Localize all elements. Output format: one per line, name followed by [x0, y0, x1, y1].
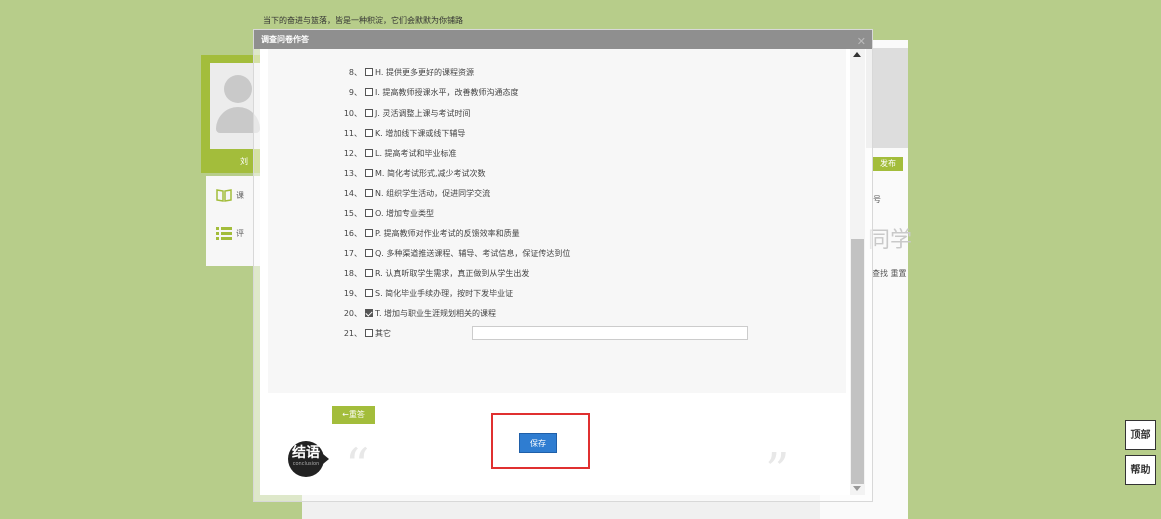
option-number: 14、	[343, 188, 362, 198]
option-label: T. 增加与职业生涯规划相关的课程	[375, 308, 497, 318]
option-checkbox[interactable]	[365, 269, 373, 277]
option-checkbox-checked[interactable]	[365, 309, 373, 317]
option-item[interactable]: 18、 R. 认真听取学生需求，真正做到从学生出发	[342, 266, 530, 280]
option-item[interactable]: 11、 K. 增加线下课或线下辅导	[342, 126, 466, 140]
option-number: 10、	[343, 108, 362, 118]
modal-title: 调查问卷作答	[261, 35, 309, 44]
save-button[interactable]: 保存	[519, 433, 557, 453]
publish-button[interactable]: 发布	[873, 157, 903, 171]
profile-name: 刘	[240, 157, 248, 166]
page-tagline: 当下的奋进与篮落，皆是一种积淀，它们会默默为你铺路	[263, 16, 463, 25]
option-item[interactable]: 19、 S. 简化毕业手续办理，按时下发毕业证	[342, 286, 513, 300]
conclusion-title: 结语	[292, 445, 320, 461]
right-label: 号	[873, 195, 881, 204]
option-label: L. 提高考试和毕业标准	[375, 148, 457, 158]
conclusion-arrow-icon	[323, 454, 329, 464]
scroll-down-icon[interactable]	[853, 486, 861, 491]
option-item[interactable]: 20、 T. 增加与职业生涯规划相关的课程	[342, 306, 496, 320]
list-icon	[216, 227, 232, 240]
open-quote-icon: “	[345, 438, 370, 494]
option-item[interactable]: 9、 I. 提高教师授课水平，改善教师沟通态度	[342, 85, 519, 99]
option-number: 16、	[343, 228, 362, 238]
option-label: N. 组织学生活动，促进同学交流	[375, 188, 491, 198]
reset-answer-button[interactable]: ←重答	[332, 406, 375, 424]
avatar-head	[224, 75, 252, 103]
other-text-input[interactable]	[472, 326, 748, 340]
option-checkbox[interactable]	[365, 209, 373, 217]
option-checkbox[interactable]	[365, 189, 373, 197]
option-checkbox[interactable]	[365, 88, 373, 96]
option-label: Q. 多种渠道推送课程、辅导、考试信息，保证传达到位	[375, 248, 571, 258]
option-checkbox[interactable]	[365, 109, 373, 117]
option-checkbox[interactable]	[365, 229, 373, 237]
side-nav-label: 课	[236, 190, 244, 200]
option-label: O. 增加专业类型	[375, 208, 435, 218]
option-item[interactable]: 15、 O. 增加专业类型	[342, 206, 434, 220]
modal-header: 调查问卷作答 ✕	[254, 30, 872, 49]
option-number: 9、	[348, 87, 362, 97]
option-label: 其它	[375, 328, 391, 338]
option-label: M. 简化考试形式,减少考试次数	[375, 168, 486, 178]
conclusion-subtitle: conclusion	[292, 461, 320, 467]
option-checkbox[interactable]	[365, 68, 373, 76]
option-item[interactable]: 8、 H. 提供更多更好的课程资源	[342, 65, 474, 79]
option-item-other[interactable]: 21、 其它	[342, 326, 762, 340]
option-checkbox[interactable]	[365, 149, 373, 157]
option-checkbox[interactable]	[365, 329, 373, 337]
option-label: P. 提高教师对作业考试的反馈效率和质量	[375, 228, 520, 238]
option-checkbox[interactable]	[365, 169, 373, 177]
option-number: 20、	[343, 308, 362, 318]
scrollbar[interactable]	[850, 49, 865, 495]
option-item[interactable]: 10、 J. 灵活调整上课与考试时间	[342, 106, 471, 120]
back-to-top-button[interactable]: 顶部	[1125, 420, 1156, 450]
search-reset-links[interactable]: 查找 重置	[872, 268, 907, 279]
side-nav-label: 评	[236, 228, 244, 238]
option-checkbox[interactable]	[365, 249, 373, 257]
option-number: 13、	[343, 168, 362, 178]
option-number: 8、	[348, 67, 362, 77]
option-checkbox[interactable]	[365, 289, 373, 297]
close-quote-icon: ”	[765, 443, 790, 495]
option-number: 12、	[343, 148, 362, 158]
scroll-up-icon[interactable]	[853, 52, 861, 57]
conclusion-badge: 结语 conclusion	[288, 441, 324, 477]
option-number: 11、	[343, 128, 362, 138]
help-button[interactable]: 帮助	[1125, 455, 1156, 485]
option-item[interactable]: 16、 P. 提高教师对作业考试的反馈效率和质量	[342, 226, 520, 240]
option-number: 15、	[343, 208, 362, 218]
option-label: I. 提高教师授课水平，改善教师沟通态度	[375, 87, 519, 97]
scrollbar-thumb[interactable]	[851, 239, 864, 484]
book-icon	[216, 189, 232, 202]
option-label: S. 简化毕业手续办理，按时下发毕业证	[375, 288, 514, 298]
modal-body: 8、 H. 提供更多更好的课程资源 9、 I. 提高教师授课水平，改善教师沟通态度 …	[260, 49, 865, 495]
option-label: H. 提供更多更好的课程资源	[375, 67, 474, 77]
option-label: J. 灵活调整上课与考试时间	[375, 108, 471, 118]
option-number: 21、	[343, 328, 362, 338]
option-checkbox[interactable]	[365, 129, 373, 137]
option-item[interactable]: 12、 L. 提高考试和毕业标准	[342, 146, 457, 160]
survey-modal: 调查问卷作答 ✕ 8、 H. 提供更多更好的课程资源 9、 I. 提高教师授课水平，…	[253, 29, 873, 502]
option-number: 18、	[343, 268, 362, 278]
option-item[interactable]: 13、 M. 简化考试形式,减少考试次数	[342, 166, 486, 180]
option-item[interactable]: 14、 N. 组织学生活动，促进同学交流	[342, 186, 490, 200]
option-item[interactable]: 17、 Q. 多种渠道推送课程、辅导、考试信息，保证传达到位	[342, 246, 571, 260]
question-area: 8、 H. 提供更多更好的课程资源 9、 I. 提高教师授课水平，改善教师沟通态度 …	[268, 49, 846, 393]
option-label: K. 增加线下课或线下辅导	[375, 128, 466, 138]
option-number: 17、	[343, 248, 362, 258]
option-label: R. 认真听取学生需求，真正做到从学生出发	[375, 268, 530, 278]
option-number: 19、	[343, 288, 362, 298]
right-watermark-text: 同学	[868, 228, 913, 253]
